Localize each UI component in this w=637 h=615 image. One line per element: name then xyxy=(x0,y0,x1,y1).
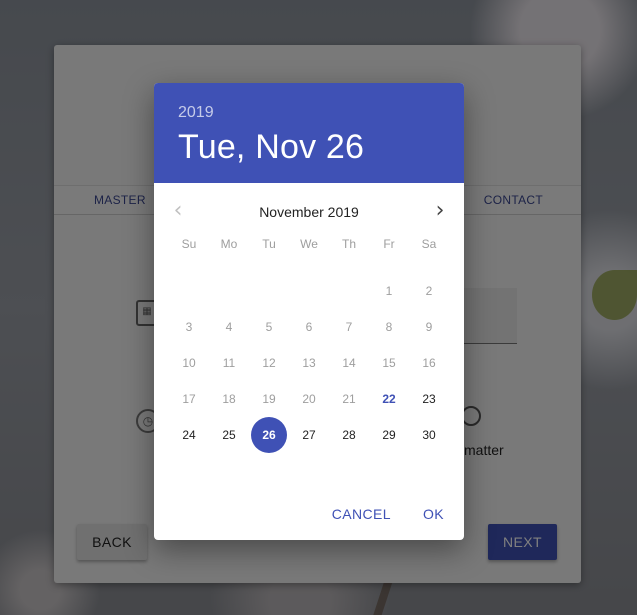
weekday-label: Mo xyxy=(220,237,238,251)
selected-date-display[interactable]: Tue, Nov 26 xyxy=(178,128,440,167)
year-selector[interactable]: 2019 xyxy=(178,104,440,122)
calendar-day-number: 7 xyxy=(345,320,353,334)
calendar-day-number: 10 xyxy=(182,356,196,370)
calendar-navigation: ‹ November 2019 › xyxy=(154,183,464,239)
calendar-day[interactable]: 27 xyxy=(289,417,329,453)
calendar-week: 17 18 19 20 21 22 23 xyxy=(154,381,464,417)
calendar-day: 18 xyxy=(209,381,249,417)
calendar-day: 12 xyxy=(249,345,289,381)
weekday-label: Su xyxy=(181,237,197,251)
calendar-day[interactable]: 28 xyxy=(329,417,369,453)
calendar-day-number: 17 xyxy=(182,392,196,406)
calendar-day-number: 25 xyxy=(222,428,236,442)
calendar-day-number: 9 xyxy=(425,320,433,334)
calendar-day: 9 xyxy=(409,309,449,345)
weekday-label: Th xyxy=(341,237,356,251)
calendar-day: 20 xyxy=(289,381,329,417)
calendar-day-number: 29 xyxy=(382,428,396,442)
calendar-day: 3 xyxy=(169,309,209,345)
calendar-empty-cell xyxy=(169,273,209,309)
date-picker-dialog: 2019 Tue, Nov 26 ‹ November 2019 › Su Mo… xyxy=(154,83,464,540)
calendar-day: 19 xyxy=(249,381,289,417)
calendar-day-number: 1 xyxy=(385,284,393,298)
calendar-day: 14 xyxy=(329,345,369,381)
calendar-day: 10 xyxy=(169,345,209,381)
weekday-label: We xyxy=(300,237,318,251)
calendar-day-number: 11 xyxy=(222,356,236,370)
calendar-empty-cell xyxy=(289,273,329,309)
calendar-day[interactable]: 30 xyxy=(409,417,449,453)
weekday-header: Su Mo Tu We Th Fr Sa xyxy=(154,237,464,259)
weekday-label: Tu xyxy=(262,237,276,251)
dialog-actions: CANCEL OK xyxy=(320,496,456,532)
calendar-day-number: 13 xyxy=(302,356,316,370)
chevron-right-icon[interactable]: › xyxy=(428,199,452,223)
calendar-day-number: 20 xyxy=(302,392,316,406)
calendar-day: 13 xyxy=(289,345,329,381)
cancel-button[interactable]: CANCEL xyxy=(320,496,403,532)
calendar-day-number: 27 xyxy=(302,428,316,442)
calendar-day: 2 xyxy=(409,273,449,309)
calendar-week: 12 xyxy=(154,273,464,309)
calendar-day-number: 8 xyxy=(385,320,393,334)
calendar-day: 16 xyxy=(409,345,449,381)
calendar-week: 10 11 12 13 14 15 16 xyxy=(154,345,464,381)
calendar-day-selected[interactable]: 26 xyxy=(249,417,289,453)
calendar-empty-cell xyxy=(209,273,249,309)
calendar-day-number: 6 xyxy=(305,320,313,334)
calendar-day-number: 28 xyxy=(342,428,356,442)
calendar-day[interactable]: 24 xyxy=(169,417,209,453)
calendar-day-number: 2 xyxy=(425,284,433,298)
calendar-day-number: 18 xyxy=(222,392,236,406)
calendar-day-number: 22 xyxy=(382,392,396,406)
calendar-day: 17 xyxy=(169,381,209,417)
calendar-day-number: 16 xyxy=(422,356,436,370)
calendar-day[interactable]: 23 xyxy=(409,381,449,417)
calendar-day: 15 xyxy=(369,345,409,381)
calendar-day: 8 xyxy=(369,309,409,345)
ok-button[interactable]: OK xyxy=(411,496,456,532)
calendar-day: 5 xyxy=(249,309,289,345)
calendar-day[interactable]: 29 xyxy=(369,417,409,453)
calendar-day-number: 24 xyxy=(182,428,196,442)
calendar-day-number: 19 xyxy=(262,392,276,406)
calendar-day-number: 26 xyxy=(251,417,287,453)
calendar-day-number: 30 xyxy=(422,428,436,442)
calendar-day: 11 xyxy=(209,345,249,381)
date-picker-header: 2019 Tue, Nov 26 xyxy=(154,83,464,183)
calendar-day-number: 23 xyxy=(422,392,436,406)
calendar-days-grid: 1 2 3 4 5 6 7 8 9 10 11 12 13 14 15 16 17 18 19 20 21 22 23 24 2… xyxy=(154,273,464,453)
calendar-day[interactable]: 25 xyxy=(209,417,249,453)
calendar-week: 3 4 5 6 7 8 9 xyxy=(154,309,464,345)
calendar-day: 7 xyxy=(329,309,369,345)
calendar-week: 24 25 26 27 28 29 30 xyxy=(154,417,464,453)
weekday-label: Sa xyxy=(421,237,437,251)
calendar-empty-cell xyxy=(249,273,289,309)
calendar-empty-cell xyxy=(329,273,369,309)
weekday-label: Fr xyxy=(383,237,395,251)
calendar-day-number: 5 xyxy=(265,320,273,334)
calendar-day-number: 3 xyxy=(185,320,193,334)
calendar-day: 6 xyxy=(289,309,329,345)
month-label: November 2019 xyxy=(259,204,359,220)
calendar-day: 1 xyxy=(369,273,409,309)
calendar-day-number: 21 xyxy=(342,392,356,406)
calendar-day: 4 xyxy=(209,309,249,345)
calendar-day-number: 12 xyxy=(262,356,276,370)
calendar-day-number: 4 xyxy=(225,320,233,334)
calendar-day-number: 14 xyxy=(342,356,356,370)
calendar-day: 21 xyxy=(329,381,369,417)
calendar-day-number: 15 xyxy=(382,356,396,370)
calendar-day[interactable]: 22 xyxy=(369,381,409,417)
